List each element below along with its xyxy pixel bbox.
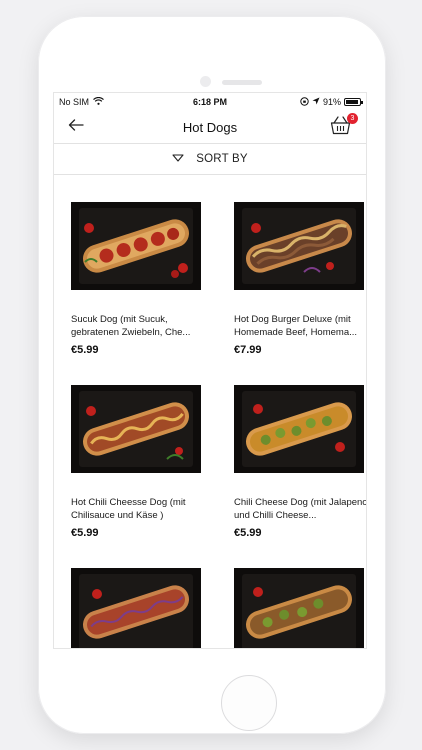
wifi-icon bbox=[93, 96, 104, 107]
product-price: €5.99 bbox=[71, 344, 99, 356]
app-screen: No SIM 6:18 PM 91% Hot Dogs 3 SORT BY Su… bbox=[53, 92, 367, 649]
triangle-down-icon bbox=[172, 153, 184, 165]
product-grid: Sucuk Dog (mit Sucuk, gebratenen Zwiebel… bbox=[54, 175, 367, 648]
earpiece-speaker bbox=[222, 80, 262, 85]
product-price: €7.99 bbox=[234, 344, 262, 356]
product-name: Sucuk Dog (mit Sucuk, gebratenen Zwiebel… bbox=[71, 314, 191, 338]
sort-by-button[interactable]: SORT BY bbox=[54, 144, 366, 175]
shopping-basket-icon bbox=[330, 116, 354, 140]
orientation-lock-icon bbox=[300, 96, 309, 108]
back-button[interactable] bbox=[66, 117, 86, 137]
product-image bbox=[234, 385, 364, 473]
arrow-left-icon bbox=[68, 118, 84, 136]
product-name: Hot Chili Cheesse Dog (mit Chilisauce un… bbox=[71, 497, 186, 521]
product-price: €5.99 bbox=[71, 527, 99, 539]
product-card[interactable] bbox=[225, 568, 366, 648]
sort-by-label: SORT BY bbox=[196, 153, 248, 165]
home-button[interactable] bbox=[221, 675, 277, 731]
product-card[interactable]: Sucuk Dog (mit Sucuk, gebratenen Zwiebel… bbox=[62, 202, 221, 385]
product-image bbox=[234, 568, 364, 648]
product-image bbox=[71, 202, 201, 290]
product-name: Hot Dog Burger Deluxe (mit Homemade Beef… bbox=[234, 314, 358, 338]
product-name: Chili Cheese Dog (mit Jalapenos und Chil… bbox=[234, 497, 367, 521]
status-bar: No SIM 6:18 PM 91% bbox=[54, 93, 366, 111]
product-price: €5.99 bbox=[234, 527, 262, 539]
location-arrow-icon bbox=[312, 97, 320, 107]
cart-count-badge: 3 bbox=[347, 113, 358, 124]
battery-percent: 91% bbox=[322, 97, 341, 107]
carrier-label: No SIM bbox=[59, 97, 90, 107]
product-card[interactable]: Hot Dog Burger Deluxe (mit Homemade Beef… bbox=[225, 202, 366, 385]
product-image bbox=[71, 568, 201, 648]
front-camera bbox=[200, 76, 211, 87]
product-card[interactable]: Chili Cheese Dog (mit Jalapenos und Chil… bbox=[225, 385, 367, 568]
product-image bbox=[234, 202, 364, 290]
cart-button[interactable]: 3 bbox=[330, 113, 358, 140]
product-image bbox=[71, 385, 201, 473]
product-card[interactable] bbox=[62, 568, 221, 648]
product-card[interactable]: Hot Chili Cheesse Dog (mit Chilisauce un… bbox=[62, 385, 221, 568]
page-title: Hot Dogs bbox=[182, 119, 238, 135]
navigation-bar: Hot Dogs 3 bbox=[54, 111, 366, 144]
battery-icon bbox=[344, 98, 363, 106]
